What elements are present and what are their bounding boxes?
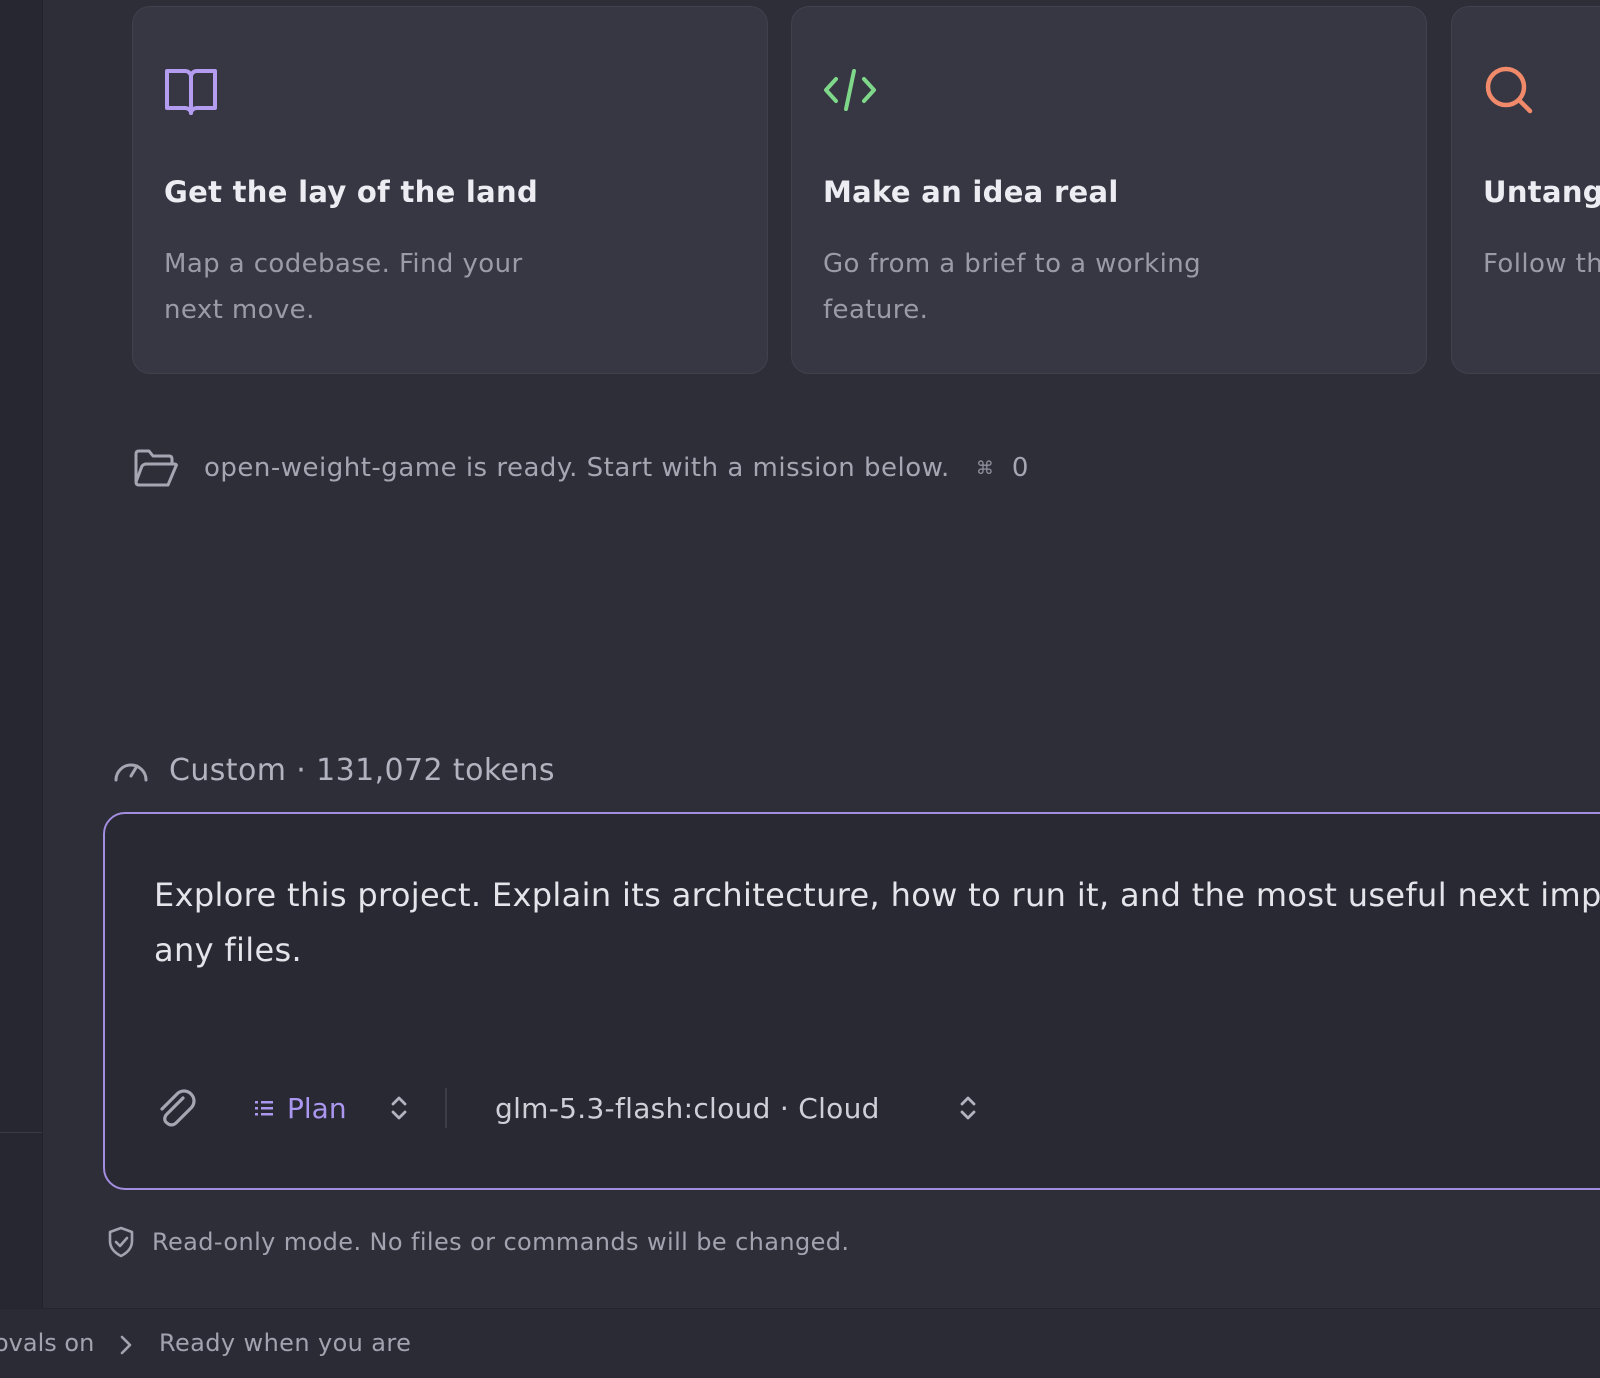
shield-check-icon <box>108 1226 134 1258</box>
left-sidebar <box>0 0 43 1308</box>
mission-title: Get the lay of the land <box>164 175 539 209</box>
project-ready-text: open-weight-game is ready. Start with a … <box>204 453 950 483</box>
shortcut-key: 0 <box>1011 453 1029 483</box>
mission-card-untangle[interactable]: Untangl Follow th clean fix <box>1451 6 1600 374</box>
mode-selector[interactable]: Plan <box>253 1084 411 1132</box>
chevron-up-down-icon <box>960 1096 976 1120</box>
context-window-indicator[interactable]: Custom · 131,072 tokens <box>111 748 555 792</box>
paperclip-icon[interactable] <box>153 1086 199 1132</box>
model-label: glm-5.3-flash:cloud · Cloud <box>495 1091 880 1125</box>
mission-card-idea-real[interactable]: Make an idea real Go from a brief to a w… <box>791 6 1427 374</box>
chevron-right-icon <box>120 1335 132 1355</box>
context-text: Custom · 131,072 tokens <box>169 752 555 788</box>
command-key-icon: ⌘ <box>975 457 994 479</box>
prompt-composer[interactable]: Explore this project. Explain its archit… <box>103 812 1600 1190</box>
status-bar: ovals on Ready when you are <box>0 1308 1600 1378</box>
composer-toolbar: Plan glm-5.3-flash:cloud · Cloud <box>105 1080 1600 1136</box>
mission-title: Untangl <box>1483 175 1600 209</box>
book-open-icon <box>165 69 217 115</box>
status-text: Ready when you are <box>159 1329 412 1357</box>
mode-label: Plan <box>287 1091 347 1125</box>
chevron-up-down-icon <box>391 1096 406 1120</box>
app-window: Get the lay of the land Map a codebase. … <box>0 0 1600 1378</box>
toolbar-divider <box>445 1088 447 1128</box>
mission-card-lay-of-land[interactable]: Get the lay of the land Map a codebase. … <box>132 6 768 374</box>
mission-description: Follow th clean fix <box>1483 249 1600 279</box>
prompt-input[interactable]: Explore this project. Explain its archit… <box>154 868 1600 978</box>
approvals-status[interactable]: ovals on <box>0 1329 94 1357</box>
mission-title: Make an idea real <box>823 175 1119 209</box>
mission-description: Map a codebase. Find your next move. <box>164 249 523 325</box>
list-icon <box>255 1101 273 1116</box>
readonly-notice: Read-only mode. No files or commands wil… <box>106 1222 849 1262</box>
search-icon <box>1485 66 1533 114</box>
main-panel: Get the lay of the land Map a codebase. … <box>43 0 1600 1308</box>
sidebar-divider <box>0 1132 42 1133</box>
folder-open-icon <box>134 449 178 487</box>
model-selector[interactable]: glm-5.3-flash:cloud · Cloud <box>495 1084 980 1132</box>
gauge-icon <box>114 763 148 782</box>
readonly-text: Read-only mode. No files or commands wil… <box>152 1228 850 1256</box>
project-ready-status: open-weight-game is ready. Start with a … <box>132 444 1028 492</box>
code-icon <box>824 69 876 111</box>
mission-description: Go from a brief to a working feature. <box>823 249 1202 325</box>
